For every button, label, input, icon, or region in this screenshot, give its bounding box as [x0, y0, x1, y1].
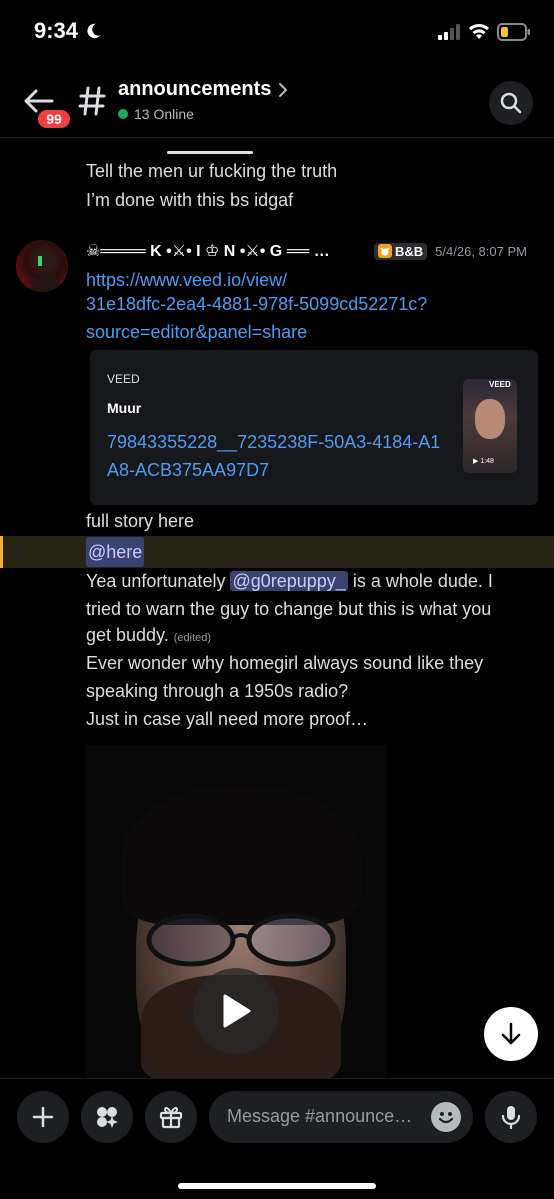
voice-message-button[interactable] [485, 1091, 537, 1143]
chevron-right-icon [279, 82, 288, 97]
channel-header: 99 announcements 13 Online [0, 66, 554, 138]
apps-button[interactable] [81, 1091, 133, 1143]
online-dot-icon [118, 109, 128, 119]
embed-description[interactable]: 79843355228__7235238F-50A3-4184-A1A8-ACB… [107, 428, 447, 484]
embed-provider: VEED [107, 372, 140, 386]
user-mention[interactable]: @g0repuppy_ [230, 571, 348, 591]
video-attachment[interactable] [86, 745, 386, 1080]
emoji-icon [438, 1112, 454, 1124]
here-mention[interactable]: @here [86, 537, 145, 567]
mention-highlight-row: @here [0, 536, 554, 568]
message-line: Yea unfortunately @g0repuppy_ is a whole… [86, 566, 536, 596]
author-name[interactable]: ☠︎════ K •⚔• I ♔ N •⚔• G ══ … [86, 241, 366, 261]
timestamp: 5/4/26, 8:07 PM [435, 243, 527, 259]
status-time-text: 9:34 [34, 18, 79, 43]
arrow-down-icon [501, 1022, 521, 1045]
home-indicator[interactable] [178, 1183, 376, 1189]
thumbnail-face [475, 399, 505, 439]
play-button[interactable] [193, 968, 279, 1054]
scroll-handle[interactable] [167, 151, 253, 154]
channel-name[interactable]: announcements [118, 78, 289, 101]
moon-icon [87, 23, 101, 39]
wifi-icon [469, 24, 489, 39]
search-icon [500, 92, 522, 114]
message-header: ☠︎════ K •⚔• I ♔ N •⚔• G ══ … B&B 5/4/26… [86, 238, 541, 264]
message-text: get buddy. [86, 625, 174, 645]
online-status: 13 Online [118, 106, 194, 122]
message-input[interactable]: Message #announce… [209, 1091, 473, 1143]
message-composer: Message #announce… [0, 1078, 554, 1199]
channel-name-text: announcements [118, 78, 272, 100]
edited-label: (edited) [173, 632, 212, 644]
message-line: Ever wonder why homegirl always sound li… [86, 653, 484, 673]
online-count: 13 Online [134, 106, 194, 122]
status-bar: 9:34 [0, 0, 554, 66]
thumbnail-duration: ▶ 1:48 [473, 458, 494, 465]
message-line: Tell the men ur fucking the truth [86, 161, 338, 181]
message-link[interactable]: 31e18dfc-2ea4-4881-978f-5099cd52271c? [86, 289, 536, 319]
unread-badge: 99 [36, 108, 72, 130]
plus-icon [32, 1106, 54, 1128]
add-attachment-button[interactable] [17, 1091, 69, 1143]
avatar-image [30, 251, 62, 292]
message-line: I’m done with this bs idgaf [86, 190, 294, 210]
message-text: is a whole dude. I [347, 571, 493, 591]
avatar[interactable] [16, 240, 68, 292]
cellular-signal-icon [438, 24, 460, 40]
video-frame-hair [121, 785, 361, 925]
message-text: Yea unfortunately [86, 571, 231, 591]
role-icon [378, 244, 392, 258]
apps-icon [97, 1107, 118, 1128]
message-line: speaking through a 1950s radio? [86, 681, 349, 701]
status-time: 9:34 [34, 18, 102, 44]
battery-icon [497, 23, 530, 41]
jump-to-latest-button[interactable] [484, 1007, 538, 1061]
role-tag: B&B [374, 242, 428, 260]
gift-icon [159, 1106, 183, 1129]
video-frame-glasses [146, 913, 336, 967]
search-button[interactable] [489, 81, 533, 125]
thumbnail-label: VEED [489, 380, 511, 389]
play-icon [223, 994, 251, 1028]
embed-title: Muur [107, 400, 142, 416]
gift-button[interactable] [145, 1091, 197, 1143]
message-line: full story here [86, 511, 195, 531]
link-embed[interactable]: VEED Muur 79843355228__7235238F-50A3-418… [90, 350, 538, 505]
hash-channel-icon [78, 86, 106, 116]
microphone-icon [501, 1106, 521, 1130]
message-input-placeholder: Message #announce… [227, 1106, 413, 1126]
role-tag-text: B&B [395, 243, 424, 259]
message-line: Just in case yall need more proof… [86, 709, 369, 729]
emoji-button[interactable] [431, 1102, 461, 1132]
message-link[interactable]: source=editor&panel=share [86, 317, 536, 347]
embed-thumbnail[interactable]: VEED ▶ 1:48 [463, 379, 517, 473]
